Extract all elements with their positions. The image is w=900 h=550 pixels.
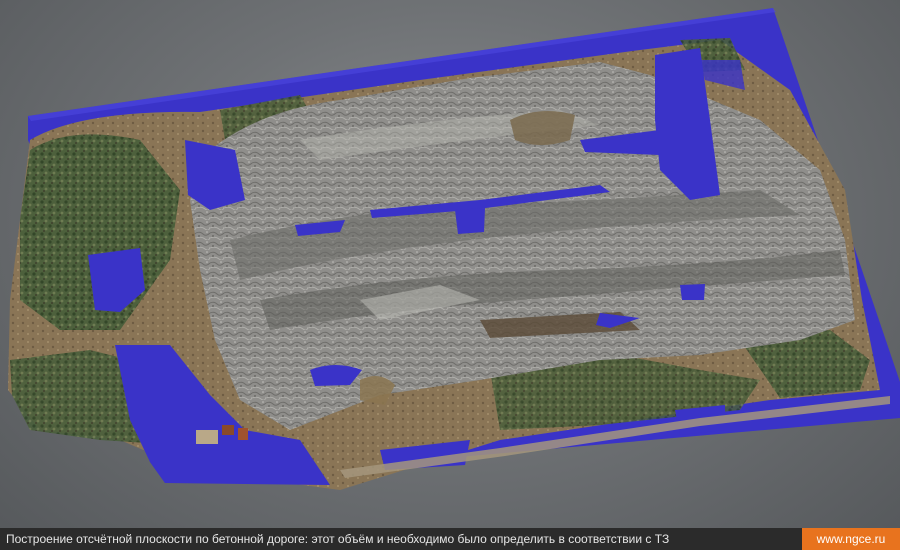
caption-bar: Построение отсчётной плоскости по бетонн… [0, 528, 900, 550]
point-cloud-view [0, 0, 900, 528]
caption-text: Построение отсчётной плоскости по бетонн… [6, 532, 670, 546]
website-link[interactable]: www.ngce.ru [802, 528, 900, 550]
